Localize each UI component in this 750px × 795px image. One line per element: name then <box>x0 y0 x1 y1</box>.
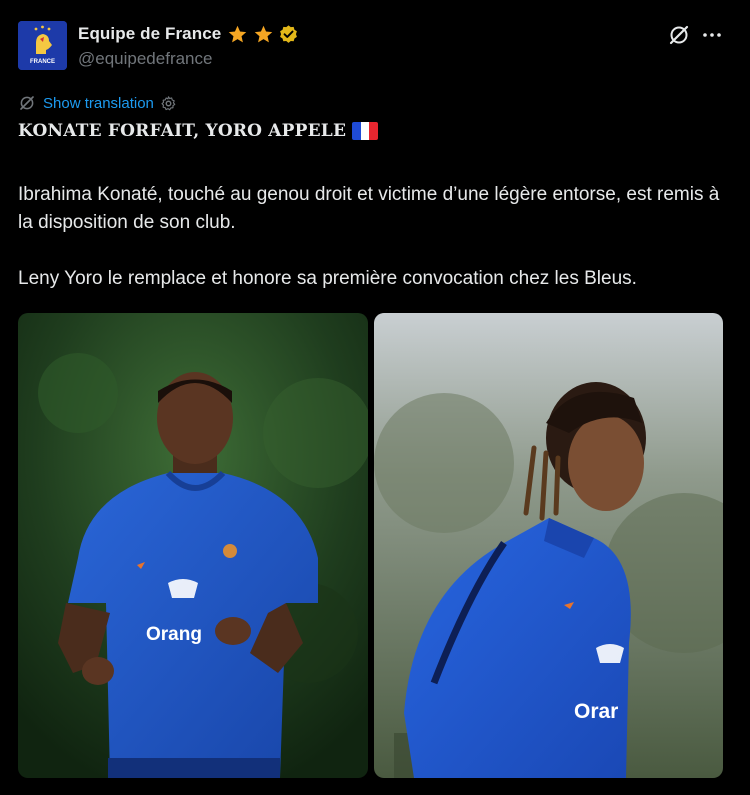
post-paragraph: Leny Yoro le remplace et honore sa premi… <box>18 268 637 289</box>
shirt-sponsor-text: Orar <box>574 700 618 723</box>
star-icon <box>255 25 273 42</box>
show-translation-link[interactable]: Show translation <box>43 95 154 112</box>
post-headline: KONATE FORFAIT, YORO APPELE <box>18 121 379 141</box>
name-row: Equipe de France <box>78 22 299 46</box>
headline-text: KONATE FORFAIT, YORO APPELE <box>18 121 347 141</box>
grok-icon[interactable] <box>667 23 691 47</box>
more-options-icon[interactable] <box>700 24 724 46</box>
star-icon <box>229 25 247 42</box>
photo-konate[interactable]: Orang <box>18 313 368 778</box>
fff-crest-icon: FRANCE <box>18 21 67 70</box>
tweet: FRANCE Equipe de France @equipedefrance … <box>0 0 750 795</box>
verified-badge-icon[interactable] <box>278 24 299 45</box>
grok-translate-icon <box>20 96 34 110</box>
account-handle[interactable]: @equipedefrance <box>78 49 212 69</box>
post-paragraph: Ibrahima Konaté, touché au genou droit e… <box>18 184 720 233</box>
display-name[interactable]: Equipe de France <box>78 24 221 44</box>
france-flag-icon <box>352 122 379 140</box>
svg-text:FRANCE: FRANCE <box>30 59 55 65</box>
photo-yoro[interactable]: Orar <box>374 313 723 778</box>
post-body: Ibrahima Konaté, touché au genou droit e… <box>18 181 733 293</box>
translation-row: Show translation <box>18 93 177 113</box>
avatar[interactable]: FRANCE <box>18 21 67 70</box>
gear-icon[interactable] <box>160 95 177 112</box>
shirt-sponsor-text: Orang <box>146 624 202 645</box>
